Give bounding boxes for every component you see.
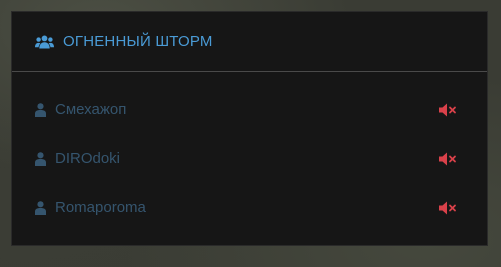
group-header: ОГНЕННЫЙ ШТОРМ [12,12,487,72]
member-row[interactable]: Смехажоп [12,85,487,134]
member-list: Смехажоп DIROdoki Romaporoma [12,72,487,232]
user-icon [35,200,46,215]
muted-speaker-icon[interactable] [439,201,457,215]
member-name: Смехажоп [55,101,127,118]
users-icon [35,35,54,49]
muted-speaker-icon[interactable] [439,103,457,117]
muted-speaker-icon[interactable] [439,152,457,166]
member-name: Romaporoma [55,199,146,216]
user-icon [35,102,46,117]
group-title: ОГНЕННЫЙ ШТОРМ [63,33,213,50]
user-icon [35,151,46,166]
member-row[interactable]: Romaporoma [12,183,487,232]
group-panel: ОГНЕННЫЙ ШТОРМ Смехажоп DIROdoki Romapor… [11,11,488,246]
member-name: DIROdoki [55,150,121,167]
member-row[interactable]: DIROdoki [12,134,487,183]
